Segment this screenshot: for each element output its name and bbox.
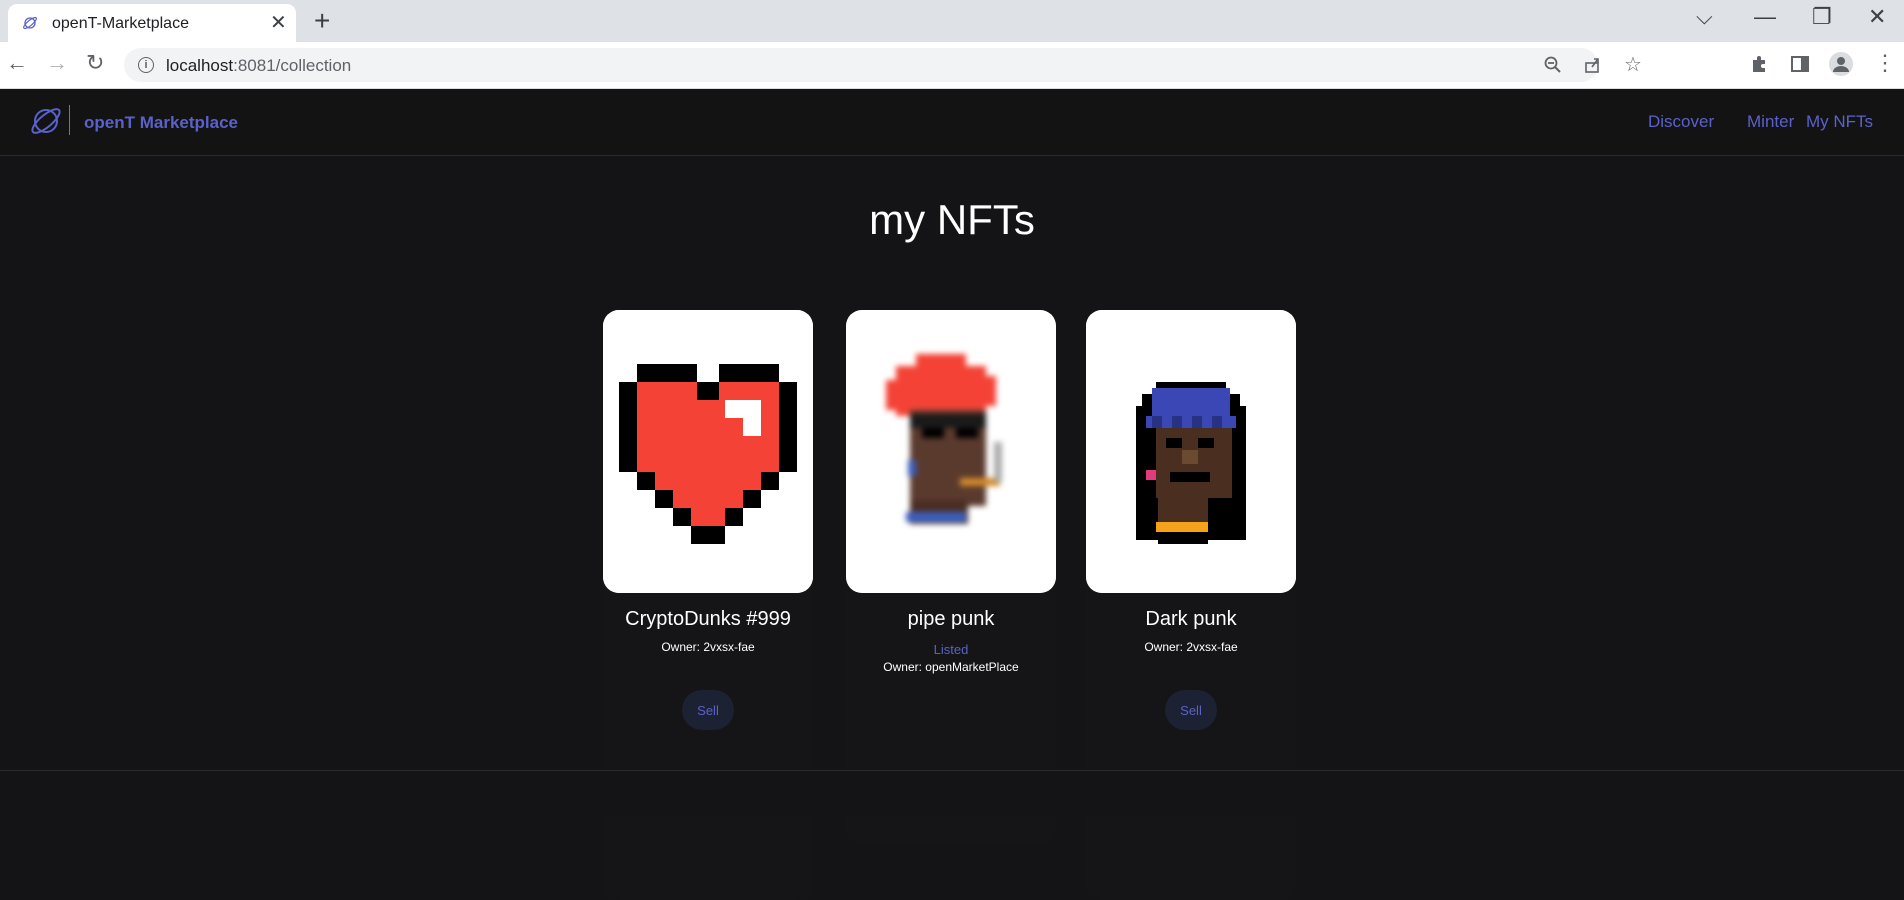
nft-name: pipe punk bbox=[907, 608, 995, 630]
profile-avatar-icon[interactable] bbox=[1829, 52, 1853, 76]
browser-menu-icon[interactable]: ⋮ bbox=[1874, 50, 1896, 76]
bookmark-star-icon[interactable]: ☆ bbox=[1624, 52, 1642, 77]
share-icon[interactable] bbox=[1584, 56, 1602, 74]
page-title: my NFTs bbox=[869, 196, 1035, 243]
browser-toolbar: ← → ↻ i localhost:8081/collection ☆ ⋮ bbox=[0, 42, 1904, 89]
nft-image[interactable] bbox=[846, 310, 1056, 593]
sell-button[interactable]: Sell bbox=[682, 690, 734, 730]
forward-arrow-icon[interactable]: → bbox=[46, 50, 68, 76]
reload-icon[interactable]: ↻ bbox=[86, 50, 104, 76]
planet-icon bbox=[23, 16, 37, 30]
app-header: openT Marketplace Discover Minter My NFT… bbox=[0, 89, 1904, 156]
logo-divider bbox=[69, 105, 70, 135]
brand-name[interactable]: openT Marketplace bbox=[84, 113, 238, 133]
sell-button[interactable]: Sell bbox=[1165, 690, 1217, 730]
address-bar[interactable]: i localhost:8081/collection ☆ bbox=[124, 48, 1642, 82]
listed-status: Listed bbox=[933, 642, 969, 657]
tab-search-icon[interactable]: ⌵ bbox=[1696, 6, 1713, 28]
new-tab-button[interactable]: + bbox=[314, 7, 330, 35]
tab-title: openT-Marketplace bbox=[52, 15, 189, 32]
url-text[interactable]: localhost:8081/collection bbox=[166, 56, 351, 76]
nft-owner: Owner: openMarketPlace bbox=[883, 660, 1019, 674]
close-window-button[interactable]: ✕ bbox=[1868, 6, 1886, 28]
restore-button[interactable]: ❐ bbox=[1812, 6, 1832, 28]
nft-image[interactable] bbox=[603, 310, 813, 593]
nav-minter[interactable]: Minter bbox=[1747, 112, 1794, 132]
extensions-icon[interactable] bbox=[1750, 54, 1770, 74]
site-info-icon[interactable]: i bbox=[138, 57, 154, 73]
zoom-out-icon[interactable] bbox=[1544, 56, 1562, 74]
main-content: my NFTs CryptoDunks #999 Owner: 2vxsx-fa… bbox=[0, 156, 1904, 900]
browser-tabstrip: openT-Marketplace ✕ + ⌵ — ❐ ✕ bbox=[0, 0, 1904, 42]
nft-owner: Owner: 2vxsx-fae bbox=[661, 640, 755, 654]
nft-image[interactable] bbox=[1086, 310, 1296, 593]
nft-name: Dark punk bbox=[1145, 608, 1237, 630]
footer bbox=[0, 771, 1904, 816]
pixel-heart-image bbox=[603, 310, 813, 593]
close-tab-icon[interactable]: ✕ bbox=[270, 13, 287, 33]
planet-logo-icon[interactable] bbox=[28, 103, 64, 139]
minimize-button[interactable]: — bbox=[1754, 6, 1776, 28]
nft-name: CryptoDunks #999 bbox=[625, 608, 791, 630]
pipe-punk-image bbox=[846, 310, 1056, 593]
side-panel-icon[interactable] bbox=[1790, 54, 1810, 74]
browser-tab[interactable]: openT-Marketplace ✕ bbox=[8, 4, 296, 42]
dark-punk-image bbox=[1086, 310, 1296, 593]
back-arrow-icon[interactable]: ← bbox=[6, 50, 28, 76]
nav-my-nfts[interactable]: My NFTs bbox=[1806, 112, 1873, 132]
nft-owner: Owner: 2vxsx-fae bbox=[1144, 640, 1238, 654]
nft-card-pipe-punk: pipe punk Listed Owner: openMarketPlace bbox=[846, 310, 1056, 844]
nav-discover[interactable]: Discover bbox=[1648, 112, 1714, 132]
